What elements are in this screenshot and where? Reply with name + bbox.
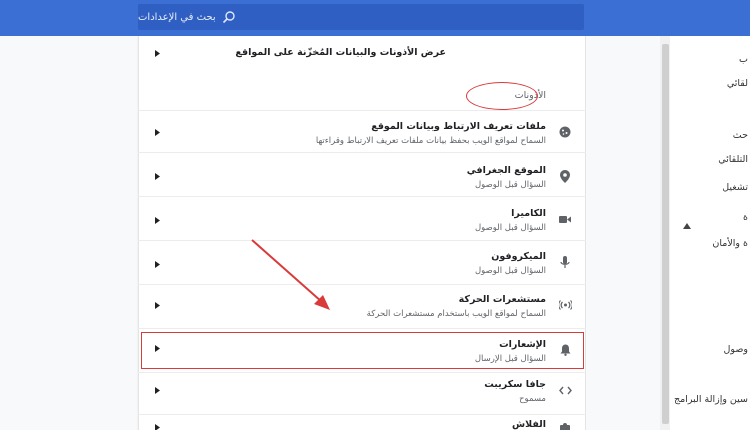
sidebar-item-8[interactable]: وصول	[724, 344, 748, 355]
annotation-highlight-box	[141, 332, 584, 369]
sidebar-item-3[interactable]: حث	[733, 130, 748, 141]
row-javascript[interactable]: جافا سكريبت مسموح	[138, 372, 586, 414]
motion-sensor-icon	[558, 298, 572, 312]
row-javascript-title: جافا سكريبت	[484, 379, 546, 390]
sidebar-item-7[interactable]: ة والأمان	[712, 238, 748, 249]
row-location[interactable]: الموقع الجغرافي السؤال قبل الوصول	[138, 152, 586, 196]
arrow-right-icon[interactable]	[154, 301, 160, 309]
row-site-data[interactable]: عرض الأذونات والبيانات المُخزّنة على الم…	[138, 38, 586, 68]
microphone-icon	[558, 255, 572, 269]
left-background	[0, 36, 138, 430]
cookie-icon	[558, 125, 572, 139]
search-input[interactable]: بحث في الإعدادات	[138, 12, 216, 23]
row-microphone[interactable]: الميكروفون السؤال قبل الوصول	[138, 240, 586, 284]
row-microphone-sub: السؤال قبل الوصول	[474, 266, 546, 276]
sidebar-item-4[interactable]: التلقائي	[718, 154, 748, 165]
row-site-data-title: عرض الأذونات والبيانات المُخزّنة على الم…	[235, 47, 446, 58]
arrow-right-icon[interactable]	[154, 423, 160, 430]
row-location-sub: السؤال قبل الوصول	[474, 180, 546, 190]
arrow-right-icon[interactable]	[154, 128, 160, 136]
right-sidebar: ب لقائي حث التلقائي تشغيل ة ة والأمان وص…	[670, 36, 750, 430]
scrollbar-thumb[interactable]	[662, 44, 669, 424]
search-settings-box[interactable]: بحث في الإعدادات	[138, 4, 584, 30]
sidebar-item-6[interactable]: ة	[743, 212, 748, 223]
caret-up-icon[interactable]	[683, 214, 691, 229]
row-motion-title: مستشعرات الحركة	[458, 294, 546, 305]
row-javascript-sub: مسموح	[519, 394, 546, 404]
row-location-title: الموقع الجغرافي	[466, 165, 546, 176]
sidebar-item-5[interactable]: تشغيل	[722, 182, 748, 193]
annotation-oval	[466, 82, 538, 110]
row-motion-sub: السماح لمواقع الويب باستخدام مستشعرات ال…	[366, 309, 546, 319]
row-cookies-title: ملفات تعريف الارتباط وبيانات الموقع	[371, 121, 546, 132]
arrow-right-icon[interactable]	[154, 386, 160, 394]
row-cookies[interactable]: ملفات تعريف الارتباط وبيانات الموقع السم…	[138, 110, 586, 152]
location-pin-icon	[558, 169, 572, 183]
arrow-right-icon[interactable]	[154, 260, 160, 268]
puzzle-icon	[558, 421, 572, 430]
search-icon	[222, 10, 236, 24]
code-icon	[558, 383, 572, 397]
panel-gutter	[586, 36, 660, 430]
sidebar-item-1[interactable]: ب	[739, 54, 748, 65]
arrow-right-icon[interactable]	[154, 172, 160, 180]
row-camera[interactable]: الكاميرا السؤال قبل الوصول	[138, 196, 586, 240]
arrow-right-icon[interactable]	[154, 49, 160, 57]
row-camera-title: الكاميرا	[511, 208, 546, 219]
row-microphone-title: الميكروفون	[491, 251, 546, 262]
sidebar-item-2[interactable]: لقائي	[727, 78, 748, 89]
arrow-right-icon[interactable]	[154, 216, 160, 224]
row-camera-sub: السؤال قبل الوصول	[474, 223, 546, 233]
row-motion-sensors[interactable]: مستشعرات الحركة السماح لمواقع الويب باست…	[138, 284, 586, 328]
row-cookies-sub: السماح لمواقع الويب بحفظ بيانات ملفات تع…	[315, 136, 546, 146]
camera-icon	[558, 212, 572, 226]
row-flash[interactable]: الفلاش	[138, 414, 586, 430]
sidebar-item-9[interactable]: سين وإزالة البرامج	[674, 394, 748, 405]
row-flash-title: الفلاش	[512, 419, 546, 430]
